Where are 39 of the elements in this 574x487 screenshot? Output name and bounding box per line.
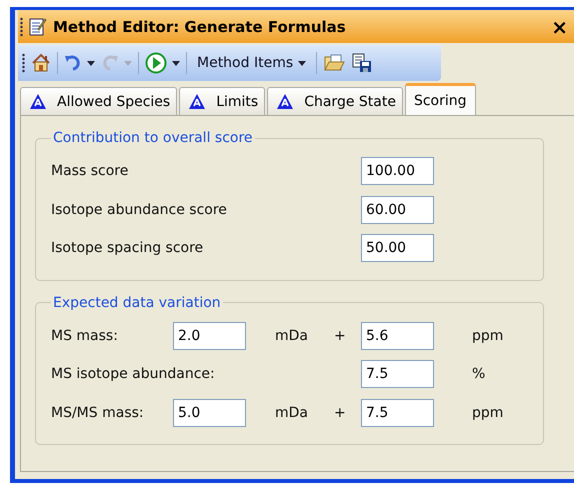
number-field[interactable]: 5.6: [361, 322, 434, 350]
field-label: Mass score: [51, 163, 130, 180]
field-label: MS/MS mass:: [51, 404, 145, 421]
number-field[interactable]: 60.00: [361, 196, 434, 224]
plus-sign: +: [334, 404, 347, 421]
number-field[interactable]: 2.0: [173, 322, 246, 350]
number-field[interactable]: 7.5: [361, 398, 434, 427]
method-items-menu[interactable]: Method Items: [193, 55, 310, 71]
field-label: MS mass:: [51, 328, 119, 344]
unit-label: %: [472, 366, 486, 382]
close-button[interactable]: ×: [551, 14, 568, 38]
field-label: MS isotope abundance:: [51, 366, 216, 382]
unit-label: mDa: [275, 328, 309, 344]
tab[interactable]: Scoring: [404, 83, 476, 115]
tab[interactable]: Charge State: [267, 87, 403, 115]
field-label: Isotope abundance score: [51, 202, 228, 218]
number-field[interactable]: 100.00: [361, 157, 434, 186]
unit-label: ppm: [472, 328, 504, 344]
number-field[interactable]: 7.5: [361, 360, 434, 388]
caret-icon[interactable]: [298, 60, 306, 66]
tab[interactable]: Limits: [179, 87, 266, 115]
window-title: Method Editor: Generate Formulas: [53, 18, 347, 36]
group-title: Expected data variation: [52, 294, 222, 310]
unit-label: mDa: [275, 404, 309, 421]
save-icon[interactable]: [351, 52, 374, 74]
editor-icon: [29, 16, 47, 36]
number-field[interactable]: 50.00: [361, 234, 434, 262]
home-icon[interactable]: [31, 53, 51, 73]
caret-icon[interactable]: [87, 60, 95, 66]
undo-icon[interactable]: [64, 54, 82, 72]
caret-icon[interactable]: [172, 60, 180, 66]
play-icon[interactable]: [145, 52, 167, 74]
field-label: Isotope spacing score: [51, 240, 204, 256]
folder-icon[interactable]: [323, 53, 346, 73]
tab[interactable]: Allowed Species: [20, 87, 178, 115]
unit-label: ppm: [472, 404, 504, 421]
group-title: Contribution to overall score: [52, 130, 254, 146]
plus-sign: +: [334, 328, 347, 344]
number-field[interactable]: 5.0: [173, 398, 246, 427]
